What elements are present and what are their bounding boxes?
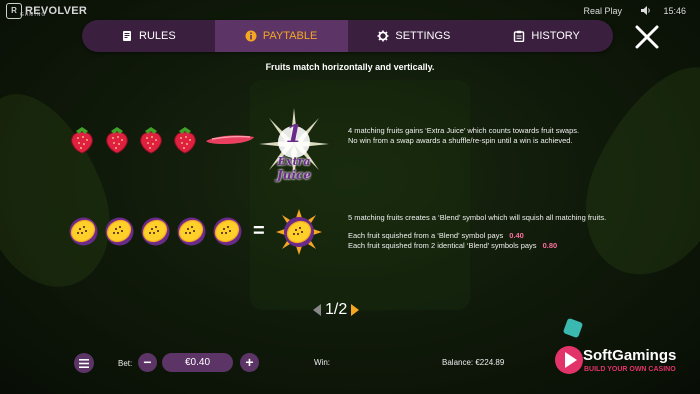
bet-label: Bet: <box>118 359 133 368</box>
blend-description: 5 matching fruits creates a ‘Blend’ symb… <box>348 213 668 251</box>
passion-fruit-icon <box>141 217 170 246</box>
top-bar: R REVOLVER GAMING Real Play 15:46 <box>0 0 700 22</box>
increase-bet-button[interactable]: + <box>240 353 259 372</box>
strawberry-icon <box>140 127 162 154</box>
blend-line-3: Each fruit squished from 2 identical ‘Bl… <box>348 241 537 250</box>
extra-juice-line-1: 4 matching fruits gains ‘Extra Juice’ wh… <box>348 126 580 135</box>
close-icon[interactable] <box>634 24 660 50</box>
gear-icon <box>377 30 389 42</box>
passion-fruit-icon <box>69 217 98 246</box>
juice-streak-icon <box>206 135 254 144</box>
menu-button[interactable] <box>74 353 94 373</box>
balance-label: Balance: €224.89 <box>442 358 505 367</box>
tab-bar: RULES PAYTABLE SETTINGS HISTORY <box>82 20 613 52</box>
blend-line-1: 5 matching fruits creates a ‘Blend’ symb… <box>348 213 607 222</box>
next-page-icon[interactable] <box>351 304 360 316</box>
decrease-bet-button[interactable]: − <box>138 353 157 372</box>
tab-label: PAYTABLE <box>262 30 318 42</box>
clock: 15:46 <box>663 6 686 16</box>
previous-page-icon[interactable] <box>313 304 321 316</box>
speaker-icon[interactable] <box>640 5 652 16</box>
tab-rules[interactable]: RULES <box>82 20 215 52</box>
revolver-logo: R REVOLVER <box>6 3 87 19</box>
extra-juice-description: 4 matching fruits gains ‘Extra Juice’ wh… <box>348 126 648 146</box>
strawberry-icon <box>71 127 93 154</box>
tab-paytable[interactable]: PAYTABLE <box>214 20 348 52</box>
passion-fruit-icon <box>105 217 134 246</box>
tab-settings[interactable]: SETTINGS <box>348 20 481 52</box>
blend-pay-value: 0.40 <box>509 231 524 240</box>
page-navigator: 1/2 <box>313 301 360 319</box>
strawberry-icon <box>106 127 128 154</box>
paytable-headline: Fruits match horizontally and vertically… <box>265 62 435 72</box>
strawberry-icon <box>174 127 196 154</box>
softgamings-logo-icon <box>555 318 583 374</box>
logo-subtitle: GAMING <box>20 12 47 18</box>
softgamings-name: SoftGamings <box>583 347 677 364</box>
extra-juice-line-2: No win from a swap awards a shuffle/re-s… <box>348 136 573 145</box>
win-label: Win: <box>314 358 330 367</box>
info-icon <box>245 30 257 42</box>
tab-history[interactable]: HISTORY <box>480 20 613 52</box>
softgamings-tagline: BUILD YOUR OWN CASINO <box>584 366 676 373</box>
double-blend-pay-value: 0.80 <box>542 241 558 250</box>
dim-overlay <box>0 0 700 394</box>
tab-label: SETTINGS <box>395 30 451 42</box>
equals-sign: = <box>253 220 265 242</box>
extra-juice-number: 1 <box>285 119 303 148</box>
page-indicator: 1/2 <box>325 301 348 318</box>
extra-juice-word-1: Extra <box>277 155 311 168</box>
bet-value: €0.40 <box>162 353 233 372</box>
tab-label: HISTORY <box>531 30 580 42</box>
document-icon <box>123 31 132 41</box>
passion-fruit-icon <box>213 217 242 246</box>
extra-juice-word-2: Juice <box>277 168 311 182</box>
hamburger-icon <box>79 358 89 368</box>
blend-line-2: Each fruit squished from a ‘Blend’ symbo… <box>348 231 504 240</box>
clipboard-icon <box>514 30 525 42</box>
passion-fruit-icon <box>177 217 206 246</box>
blend-symbol-icon <box>276 209 322 255</box>
tab-label: RULES <box>139 30 176 42</box>
play-mode-label: Real Play <box>583 6 622 16</box>
